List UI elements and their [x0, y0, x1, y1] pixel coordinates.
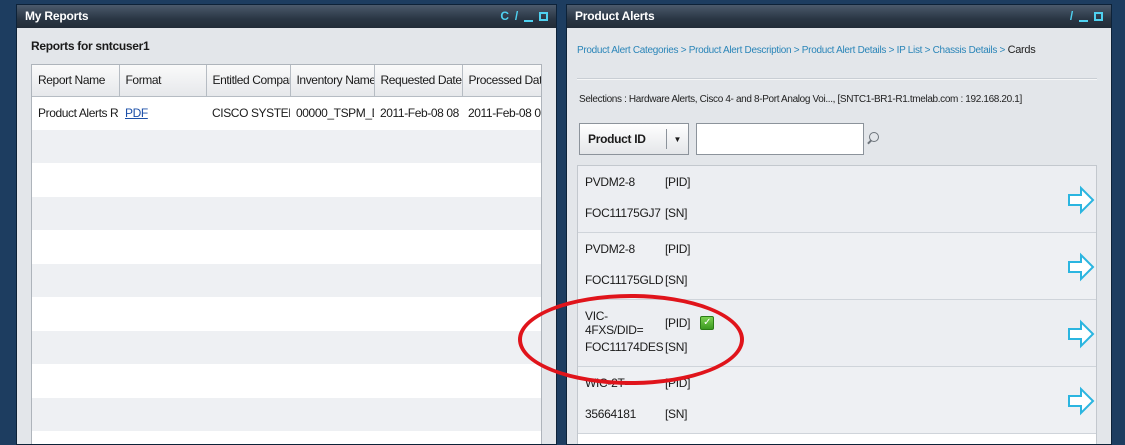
- maximize-icon[interactable]: [539, 12, 548, 21]
- select-label: Product ID: [588, 132, 646, 146]
- column-header-report-name[interactable]: Report Name: [32, 65, 120, 97]
- filter-row: Product ID ▼: [579, 123, 880, 155]
- column-header-requested-date[interactable]: Requested Date: [374, 65, 463, 97]
- my-reports-panel: My Reports C / Reports for sntcuser1 Rep…: [16, 4, 557, 445]
- card-pid-tag: [PID]: [665, 376, 691, 390]
- cell-requested-date: 2011-Feb-08 08: [374, 96, 462, 130]
- card-pid: VIC-4FXS/DID=: [585, 309, 644, 337]
- empty-row: [32, 397, 541, 431]
- product-alerts-header: Product Alerts /: [567, 5, 1111, 28]
- my-reports-header: My Reports C /: [17, 5, 556, 28]
- card-sn-line: 35664181 [SN]: [585, 407, 687, 421]
- divider: [577, 78, 1097, 80]
- breadcrumb-separator: >: [888, 45, 895, 56]
- cards-list: PVDM2-8 [PID] FOC11175GJ7 [SN] PVDM2-8 […: [577, 165, 1097, 444]
- dropdown-arrow-icon[interactable]: ▼: [666, 129, 688, 149]
- card-pid-tag: [PID]: [665, 316, 691, 330]
- cell-format: PDF: [119, 96, 206, 130]
- card-sn: 35664181: [585, 407, 636, 421]
- reports-table: Report Name Format Entitled Compar Inven…: [32, 65, 541, 444]
- card-sn-tag: [SN]: [665, 407, 688, 421]
- minimize-icon[interactable]: [1079, 19, 1088, 22]
- column-header-format[interactable]: Format: [119, 65, 207, 97]
- arrow-right-icon[interactable]: [1066, 318, 1096, 350]
- card-pid: WIC-2T=: [585, 376, 632, 390]
- breadcrumb-item[interactable]: Product Alert Description: [689, 45, 792, 56]
- reports-subtitle: Reports for sntcuser1: [31, 39, 150, 53]
- breadcrumb-separator: >: [793, 45, 800, 56]
- search-icon[interactable]: [866, 132, 880, 146]
- card-sn-line: FOC11174DES [SN]: [585, 340, 687, 354]
- cell-report-name: Product Alerts R: [32, 96, 119, 130]
- empty-row: [32, 196, 541, 230]
- card-pid-tag: [PID]: [665, 175, 691, 189]
- arrow-right-icon[interactable]: [1066, 385, 1096, 417]
- check-icon[interactable]: ✓: [700, 316, 715, 330]
- empty-row: [32, 163, 541, 197]
- column-header-entitled-company[interactable]: Entitled Compar: [206, 65, 291, 97]
- filter-input[interactable]: [696, 123, 864, 155]
- breadcrumb-separator: >: [999, 45, 1006, 56]
- maximize-icon[interactable]: [1094, 12, 1103, 21]
- card-sn-tag: [SN]: [665, 206, 688, 220]
- card-pid-line: VIC-4FXS/DID= [PID] ✓: [585, 309, 715, 337]
- card-pid: PVDM2-8: [585, 242, 635, 256]
- column-header-inventory-name[interactable]: Inventory Name: [290, 65, 375, 97]
- empty-row: [32, 230, 541, 264]
- table-header-row: Report Name Format Entitled Compar Inven…: [32, 65, 541, 97]
- breadcrumb-item[interactable]: IP List: [897, 45, 923, 56]
- card-pid-line: WIC-2T= [PID]: [585, 376, 690, 390]
- breadcrumb: Product Alert Categories > Product Alert…: [567, 28, 1111, 78]
- breadcrumb-item[interactable]: Product Alert Categories: [577, 45, 679, 56]
- card-sn-tag: [SN]: [665, 340, 688, 354]
- card-pid-line: PVDM2-8 [PID]: [585, 242, 690, 256]
- table-row[interactable]: Product Alerts R PDF CISCO SYSTEM 00000_…: [32, 96, 541, 130]
- breadcrumb-separator: >: [924, 45, 931, 56]
- card-pid-line: PVDM2-8 [PID]: [585, 175, 690, 189]
- empty-row: [32, 129, 541, 163]
- breadcrumb-current: Cards: [1007, 44, 1036, 56]
- column-header-processed-date[interactable]: Processed Date: [462, 65, 541, 97]
- card-item[interactable]: PVDM2-8 [PID] FOC11175GJ7 [SN]: [578, 166, 1096, 233]
- card-pid-tag: [PID]: [665, 242, 691, 256]
- card-sn-tag: [SN]: [665, 273, 688, 287]
- panel-title: Product Alerts: [575, 9, 655, 23]
- card-item[interactable]: WIC-2T= [PID] 35664181 [SN]: [578, 367, 1096, 434]
- empty-row: [32, 297, 541, 331]
- edit-icon[interactable]: /: [1070, 5, 1073, 28]
- empty-row: [32, 364, 541, 398]
- breadcrumb-item[interactable]: Chassis Details: [933, 45, 998, 56]
- header-icons: /: [1070, 5, 1103, 28]
- card-item[interactable]: VIC-4FXS/DID= [PID] ✓ FOC11174DES [SN]: [578, 300, 1096, 367]
- product-alerts-panel: Product Alerts / Product Alert Categorie…: [566, 4, 1112, 445]
- refresh-icon[interactable]: C: [500, 5, 509, 28]
- cell-processed-date: 2011-Feb-08 08: [462, 96, 541, 130]
- card-pid: PVDM2-8: [585, 175, 635, 189]
- minimize-icon[interactable]: [524, 19, 533, 22]
- product-id-select[interactable]: Product ID ▼: [579, 123, 689, 155]
- card-sn-line: FOC11175GJ7 [SN]: [585, 206, 687, 220]
- arrow-right-icon[interactable]: [1066, 251, 1096, 283]
- card-sn-line: FOC11175GLD [SN]: [585, 273, 687, 287]
- card-sn: FOC11175GJ7: [585, 206, 661, 220]
- arrow-right-icon[interactable]: [1066, 184, 1096, 216]
- panel-title: My Reports: [25, 9, 89, 23]
- edit-icon[interactable]: /: [515, 5, 518, 28]
- breadcrumb-item[interactable]: Product Alert Details: [802, 45, 887, 56]
- selections-text: Selections : Hardware Alerts, Cisco 4- a…: [579, 94, 1022, 105]
- empty-row: [32, 330, 541, 364]
- breadcrumb-separator: >: [680, 45, 687, 56]
- card-sn: FOC11174DES: [585, 340, 664, 354]
- cell-inventory-name: 00000_TSPM_D: [290, 96, 374, 130]
- empty-row: [32, 263, 541, 297]
- card-item[interactable]: PVDM2-8 [PID] FOC11175GLD [SN]: [578, 233, 1096, 300]
- reports-table-container: Report Name Format Entitled Compar Inven…: [31, 64, 542, 444]
- empty-row: [32, 431, 541, 444]
- header-icons: C /: [500, 5, 548, 28]
- card-sn: FOC11175GLD: [585, 273, 664, 287]
- cell-entitled-company: CISCO SYSTEM: [206, 96, 290, 130]
- pdf-link[interactable]: PDF: [125, 106, 148, 120]
